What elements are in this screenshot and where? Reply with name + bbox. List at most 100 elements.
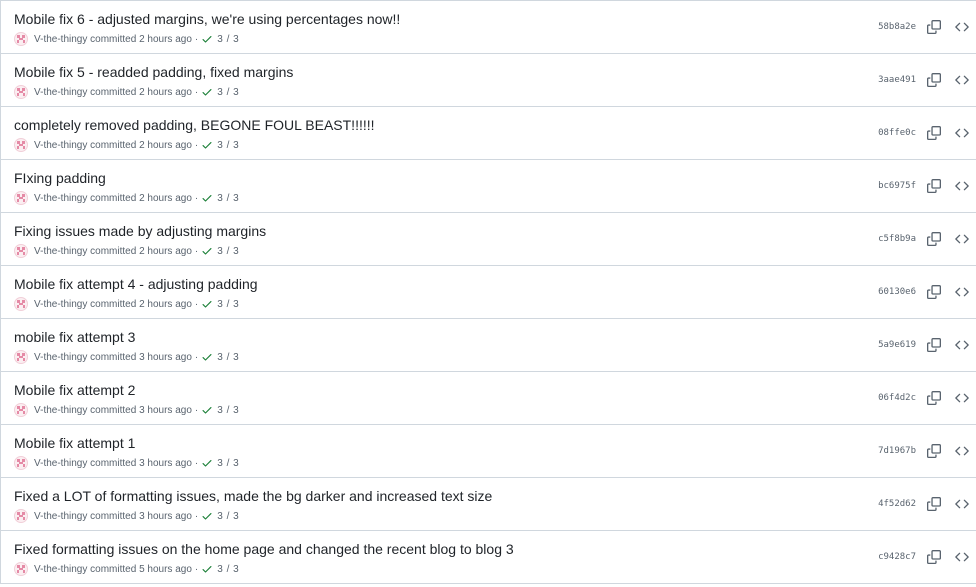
- check-icon[interactable]: [201, 457, 213, 469]
- checks-status[interactable]: 3 / 3: [217, 246, 239, 257]
- browse-repository-button[interactable]: [952, 388, 972, 408]
- check-icon[interactable]: [201, 33, 213, 45]
- copy-sha-button[interactable]: [924, 441, 944, 461]
- commit-message-link[interactable]: Fixed formatting issues on the home page…: [14, 539, 514, 559]
- avatar-icon[interactable]: [14, 191, 28, 205]
- commit-sha-link[interactable]: 7d1967b: [878, 445, 916, 457]
- copy-sha-button[interactable]: [924, 282, 944, 302]
- commit-author-link[interactable]: V-the-thingy: [34, 299, 87, 310]
- check-icon[interactable]: [201, 563, 213, 575]
- commit-author-link[interactable]: V-the-thingy: [34, 246, 87, 257]
- commit-message-link[interactable]: Fixed a LOT of formatting issues, made t…: [14, 486, 492, 506]
- copy-sha-button[interactable]: [924, 335, 944, 355]
- avatar-icon[interactable]: [14, 297, 28, 311]
- commit-author-link[interactable]: V-the-thingy: [34, 352, 87, 363]
- browse-repository-button[interactable]: [952, 229, 972, 249]
- commit-message-link[interactable]: FIxing padding: [14, 168, 106, 188]
- checks-status[interactable]: 3 / 3: [217, 352, 239, 363]
- check-icon[interactable]: [201, 86, 213, 98]
- checks-status[interactable]: 3 / 3: [217, 140, 239, 151]
- copy-sha-button[interactable]: [924, 123, 944, 143]
- commit-sha-link[interactable]: 3aae491: [878, 74, 916, 86]
- avatar-icon[interactable]: [14, 85, 28, 99]
- checks-status[interactable]: 3 / 3: [217, 34, 239, 45]
- copy-icon: [927, 179, 941, 193]
- commit-message-link[interactable]: Mobile fix 6 - adjusted margins, we're u…: [14, 9, 400, 29]
- copy-sha-button[interactable]: [924, 176, 944, 196]
- separator-dot: ·: [194, 298, 199, 310]
- avatar-icon[interactable]: [14, 562, 28, 576]
- commit-author-link[interactable]: V-the-thingy: [34, 564, 87, 575]
- checks-status[interactable]: 3 / 3: [217, 193, 239, 204]
- commit-author-link[interactable]: V-the-thingy: [34, 458, 87, 469]
- commit-author-link[interactable]: V-the-thingy: [34, 34, 87, 45]
- checks-status[interactable]: 3 / 3: [217, 405, 239, 416]
- avatar-icon[interactable]: [14, 350, 28, 364]
- check-icon[interactable]: [201, 298, 213, 310]
- commit-sha-link[interactable]: c9428c7: [878, 551, 916, 563]
- commit-message-link[interactable]: Mobile fix attempt 1: [14, 433, 135, 453]
- check-icon[interactable]: [201, 245, 213, 257]
- commit-message-link[interactable]: Mobile fix attempt 4 - adjusting padding: [14, 274, 258, 294]
- checks-status[interactable]: 3 / 3: [217, 299, 239, 310]
- avatar-icon[interactable]: [14, 138, 28, 152]
- avatar-icon[interactable]: [14, 509, 28, 523]
- commit-row: mobile fix attempt 3 V-the-thingy commit…: [0, 319, 976, 372]
- commit-sha-link[interactable]: 60130e6: [878, 286, 916, 298]
- commit-sha-link[interactable]: 58b8a2e: [878, 21, 916, 33]
- commit-sha-link[interactable]: bc6975f: [878, 180, 916, 192]
- commit-author-link[interactable]: V-the-thingy: [34, 511, 87, 522]
- avatar-icon[interactable]: [14, 32, 28, 46]
- check-icon[interactable]: [201, 351, 213, 363]
- checks-status[interactable]: 3 / 3: [217, 458, 239, 469]
- commit-author-link[interactable]: V-the-thingy: [34, 140, 87, 151]
- copy-icon: [927, 20, 941, 34]
- commit-author-link[interactable]: V-the-thingy: [34, 193, 87, 204]
- commit-message-link[interactable]: Mobile fix attempt 2: [14, 380, 135, 400]
- commit-meta: V-the-thingy committed 3 hours ago · 3 /…: [14, 349, 239, 365]
- check-icon[interactable]: [201, 510, 213, 522]
- copy-sha-button[interactable]: [924, 17, 944, 37]
- commit-sha-link[interactable]: c5f8b9a: [878, 233, 916, 245]
- commit-sha-link[interactable]: 5a9e619: [878, 339, 916, 351]
- check-icon[interactable]: [201, 404, 213, 416]
- browse-repository-button[interactable]: [952, 17, 972, 37]
- avatar-icon[interactable]: [14, 244, 28, 258]
- copy-sha-button[interactable]: [924, 547, 944, 567]
- commit-author-link[interactable]: V-the-thingy: [34, 87, 87, 98]
- browse-repository-button[interactable]: [952, 494, 972, 514]
- commit-message-link[interactable]: completely removed padding, BEGONE FOUL …: [14, 115, 375, 135]
- browse-repository-button[interactable]: [952, 335, 972, 355]
- copy-icon: [927, 391, 941, 405]
- commit-row: Fixing issues made by adjusting margins …: [0, 213, 976, 266]
- commit-message-link[interactable]: Fixing issues made by adjusting margins: [14, 221, 266, 241]
- commit-message-link[interactable]: mobile fix attempt 3: [14, 327, 135, 347]
- checks-status[interactable]: 3 / 3: [217, 564, 239, 575]
- browse-repository-button[interactable]: [952, 547, 972, 567]
- check-icon[interactable]: [201, 139, 213, 151]
- browse-repository-button[interactable]: [952, 70, 972, 90]
- copy-sha-button[interactable]: [924, 388, 944, 408]
- checks-status[interactable]: 3 / 3: [217, 87, 239, 98]
- commit-list: Mobile fix 6 - adjusted margins, we're u…: [0, 0, 976, 584]
- avatar-icon[interactable]: [14, 456, 28, 470]
- browse-repository-button[interactable]: [952, 441, 972, 461]
- commit-message-link[interactable]: Mobile fix 5 - readded padding, fixed ma…: [14, 62, 293, 82]
- code-brackets-icon: [955, 232, 969, 246]
- commit-sha-link[interactable]: 06f4d2c: [878, 392, 916, 404]
- check-icon[interactable]: [201, 192, 213, 204]
- code-brackets-icon: [955, 550, 969, 564]
- copy-sha-button[interactable]: [924, 494, 944, 514]
- commit-sha-link[interactable]: 08ffe0c: [878, 127, 916, 139]
- copy-sha-button[interactable]: [924, 70, 944, 90]
- browse-repository-button[interactable]: [952, 176, 972, 196]
- commit-author-link[interactable]: V-the-thingy: [34, 405, 87, 416]
- avatar-icon[interactable]: [14, 403, 28, 417]
- copy-sha-button[interactable]: [924, 229, 944, 249]
- checks-status[interactable]: 3 / 3: [217, 511, 239, 522]
- browse-repository-button[interactable]: [952, 282, 972, 302]
- separator-dot: ·: [194, 563, 199, 575]
- browse-repository-button[interactable]: [952, 123, 972, 143]
- commit-sha-link[interactable]: 4f52d62: [878, 498, 916, 510]
- separator-dot: ·: [194, 192, 199, 204]
